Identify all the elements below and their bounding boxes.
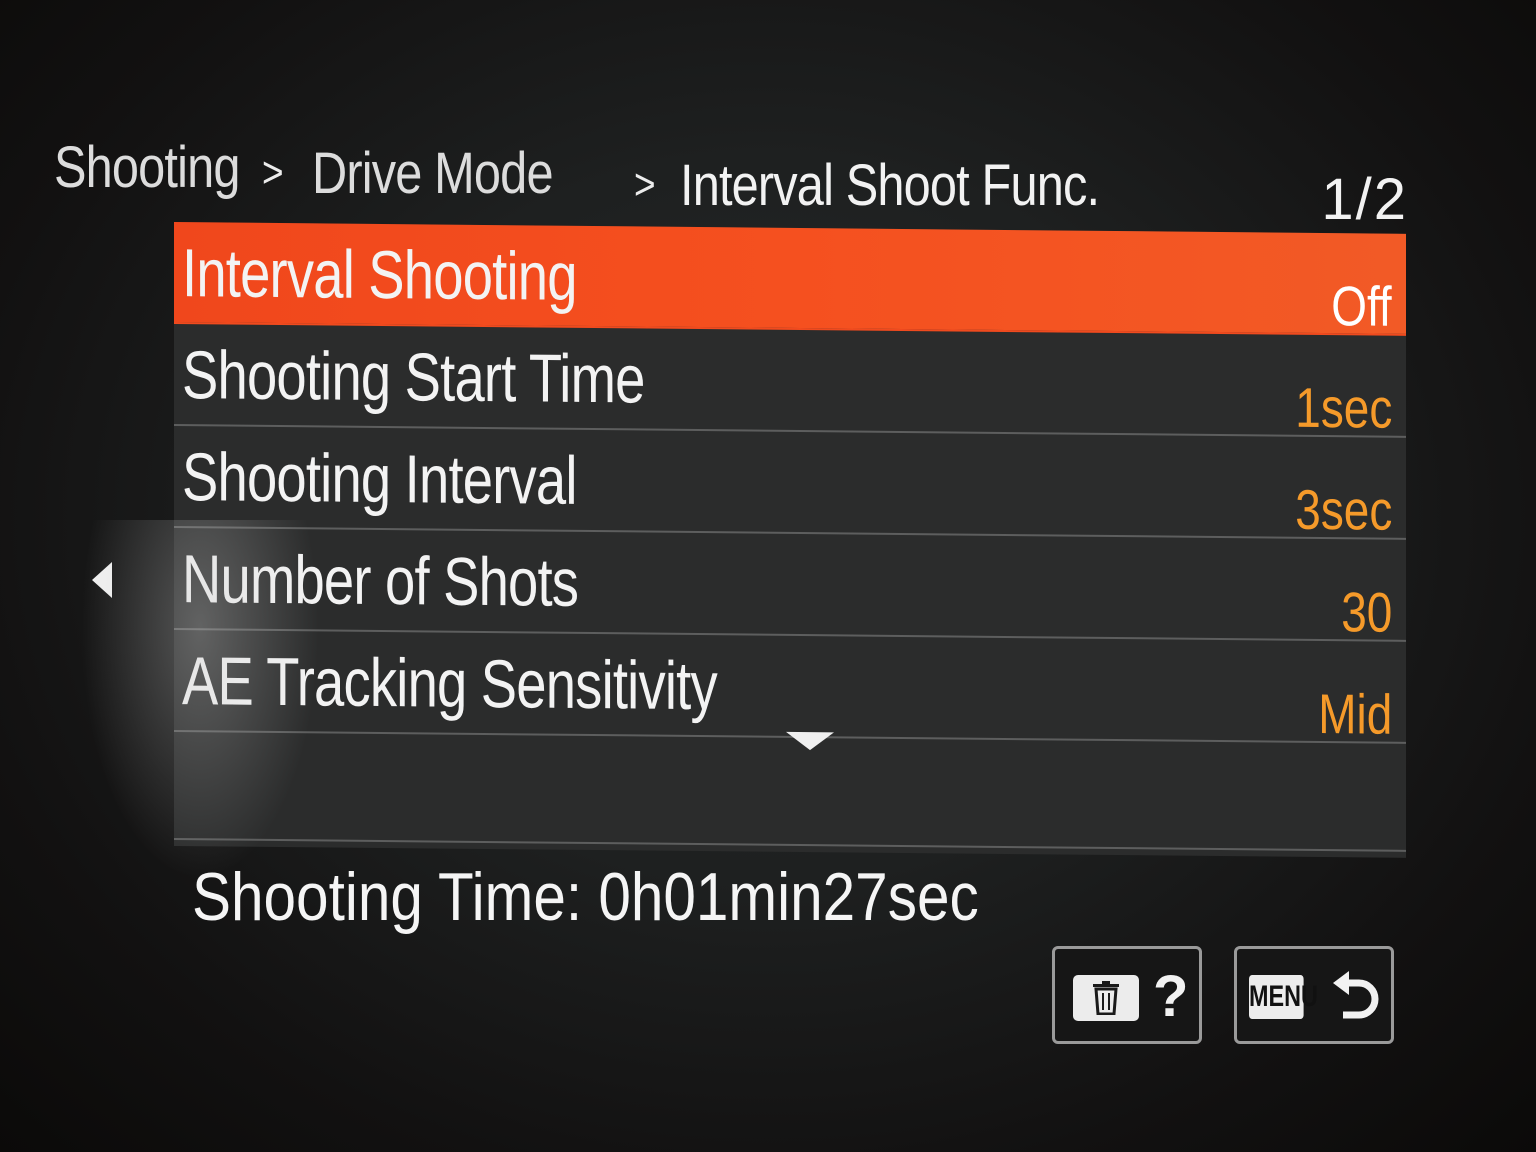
- menu-item-label: Interval Shooting: [182, 235, 577, 315]
- scroll-down-icon[interactable]: [786, 731, 834, 751]
- menu-item-value: Off: [1331, 274, 1392, 338]
- menu-item-label: Shooting Start Time: [182, 337, 645, 418]
- breadcrumb-separator: >: [262, 148, 284, 197]
- left-arrow-icon: [92, 562, 112, 598]
- breadcrumb-shooting: Shooting: [54, 135, 240, 200]
- shooting-time-status: Shooting Time: 0h01min27sec: [192, 859, 979, 935]
- menu-list: Interval Shooting Off Shooting Start Tim…: [174, 222, 1406, 858]
- menu-item-shooting-interval[interactable]: Shooting Interval 3sec: [174, 426, 1406, 542]
- page-indicator: 1/2: [1321, 167, 1408, 232]
- menu-back-button[interactable]: MENU: [1234, 946, 1394, 1044]
- menu-key-label: MENU: [1249, 975, 1318, 1019]
- breadcrumb-separator: >: [634, 160, 656, 209]
- menu-item-value: 3sec: [1294, 477, 1392, 542]
- menu-item-label: Shooting Interval: [182, 439, 577, 519]
- menu-item-value: Mid: [1318, 681, 1392, 746]
- breadcrumb-drive-mode: Drive Mode: [312, 141, 554, 206]
- menu-item-number-of-shots[interactable]: Number of Shots 30: [174, 528, 1406, 644]
- trash-icon: [1073, 975, 1139, 1021]
- menu-item-shooting-start-time[interactable]: Shooting Start Time 1sec: [174, 324, 1406, 440]
- menu-item-label: Number of Shots: [182, 541, 579, 621]
- menu-item-interval-shooting[interactable]: Interval Shooting Off: [174, 222, 1406, 338]
- empty-menu-row: [174, 732, 1406, 852]
- menu-item-value: 30: [1340, 580, 1392, 644]
- menu-item-label: AE Tracking Sensitivity: [182, 643, 717, 725]
- menu-item-ae-tracking-sensitivity[interactable]: AE Tracking Sensitivity Mid: [174, 630, 1406, 746]
- delete-help-button[interactable]: ?: [1052, 946, 1202, 1044]
- menu-item-value: 1sec: [1294, 375, 1392, 440]
- page-title: Interval Shoot Func.: [680, 153, 1100, 218]
- help-icon: ?: [1153, 964, 1189, 1029]
- return-icon: [1333, 971, 1379, 1019]
- camera-menu-screen: Shooting > Drive Mode > Interval Shoot F…: [0, 0, 1536, 1152]
